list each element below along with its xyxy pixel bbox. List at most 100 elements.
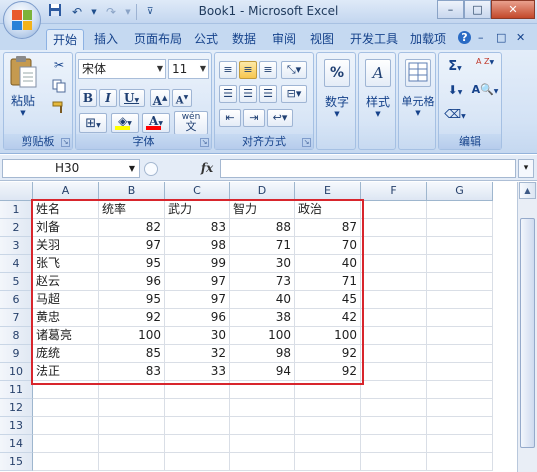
- scroll-thumb[interactable]: [520, 218, 535, 448]
- phonetic-button[interactable]: wén 文: [174, 111, 208, 135]
- align-top-button[interactable]: ≡: [219, 61, 237, 79]
- cell[interactable]: 88: [230, 219, 295, 237]
- row-header[interactable]: 14: [0, 435, 33, 453]
- tab-data[interactable]: 数据: [226, 29, 262, 50]
- cell[interactable]: [361, 381, 427, 399]
- cell[interactable]: [361, 309, 427, 327]
- cell[interactable]: [361, 435, 427, 453]
- align-left-button[interactable]: ☰: [219, 85, 237, 103]
- cell[interactable]: [295, 417, 361, 435]
- bold-button[interactable]: B: [79, 89, 97, 107]
- cell[interactable]: 85: [99, 345, 165, 363]
- cell[interactable]: 45: [295, 291, 361, 309]
- cell[interactable]: [361, 219, 427, 237]
- orientation-button[interactable]: ⤡▾: [281, 61, 307, 79]
- cell[interactable]: [427, 417, 493, 435]
- row-header[interactable]: 12: [0, 399, 33, 417]
- tab-developer[interactable]: 开发工具: [344, 29, 404, 50]
- cell[interactable]: 95: [99, 255, 165, 273]
- align-middle-button[interactable]: ≡: [239, 61, 257, 79]
- cell[interactable]: [427, 363, 493, 381]
- cell[interactable]: 武力: [165, 201, 230, 219]
- select-all-corner[interactable]: [0, 182, 33, 201]
- cell[interactable]: 95: [99, 291, 165, 309]
- cell[interactable]: 40: [295, 255, 361, 273]
- row-header[interactable]: 5: [0, 273, 33, 291]
- row-header[interactable]: 6: [0, 291, 33, 309]
- row-header[interactable]: 13: [0, 417, 33, 435]
- help-icon[interactable]: ?: [458, 31, 471, 44]
- cell[interactable]: [230, 381, 295, 399]
- dialog-launcher-icon[interactable]: ↘: [200, 138, 209, 147]
- row-header[interactable]: 9: [0, 345, 33, 363]
- cell[interactable]: [427, 291, 493, 309]
- cell[interactable]: 刘备: [33, 219, 99, 237]
- cell[interactable]: 98: [230, 345, 295, 363]
- cell[interactable]: [427, 327, 493, 345]
- cell[interactable]: [361, 255, 427, 273]
- cell[interactable]: 马超: [33, 291, 99, 309]
- cell[interactable]: 71: [295, 273, 361, 291]
- tab-review[interactable]: 审阅: [266, 29, 302, 50]
- cell[interactable]: 71: [230, 237, 295, 255]
- decrease-indent-button[interactable]: ⇤: [219, 109, 241, 127]
- dialog-launcher-icon[interactable]: ↘: [61, 138, 70, 147]
- dialog-launcher-icon[interactable]: ↘: [302, 138, 311, 147]
- cell[interactable]: [165, 399, 230, 417]
- name-box[interactable]: H30 ▼: [2, 159, 140, 178]
- column-header[interactable]: B: [99, 182, 165, 201]
- formula-resize-handle[interactable]: [144, 162, 158, 176]
- grow-font-button[interactable]: A▲: [150, 89, 170, 108]
- row-header[interactable]: 1: [0, 201, 33, 219]
- tab-view[interactable]: 视图: [304, 29, 340, 50]
- column-header[interactable]: G: [427, 182, 493, 201]
- tab-addins[interactable]: 加载项: [404, 29, 452, 50]
- cell[interactable]: [165, 417, 230, 435]
- cell[interactable]: 87: [295, 219, 361, 237]
- cell[interactable]: 政治: [295, 201, 361, 219]
- clear-button[interactable]: ⌫▼: [443, 107, 467, 125]
- cell[interactable]: [427, 201, 493, 219]
- cell[interactable]: 97: [165, 273, 230, 291]
- cell[interactable]: 40: [230, 291, 295, 309]
- cell[interactable]: [427, 399, 493, 417]
- cell[interactable]: [427, 273, 493, 291]
- scroll-up-icon[interactable]: ▲: [519, 182, 536, 199]
- cell[interactable]: [361, 453, 427, 471]
- cell[interactable]: [295, 453, 361, 471]
- cell[interactable]: 42: [295, 309, 361, 327]
- cell[interactable]: 100: [99, 327, 165, 345]
- borders-button[interactable]: ⊞▼: [79, 113, 107, 133]
- cell[interactable]: [165, 381, 230, 399]
- cell[interactable]: 法正: [33, 363, 99, 381]
- number-format-button[interactable]: % 数字 ▼: [320, 59, 354, 133]
- tab-page-layout[interactable]: 页面布局: [128, 29, 188, 50]
- cell[interactable]: [99, 453, 165, 471]
- cell[interactable]: [33, 453, 99, 471]
- row-header[interactable]: 3: [0, 237, 33, 255]
- cell[interactable]: [230, 417, 295, 435]
- row-header[interactable]: 2: [0, 219, 33, 237]
- insert-function-button[interactable]: fx: [196, 159, 218, 178]
- column-header[interactable]: A: [33, 182, 99, 201]
- cell[interactable]: [99, 435, 165, 453]
- align-bottom-button[interactable]: ≡: [259, 61, 277, 79]
- align-right-button[interactable]: ☰: [259, 85, 277, 103]
- cell[interactable]: 83: [165, 219, 230, 237]
- cell[interactable]: [361, 273, 427, 291]
- cell[interactable]: 张飞: [33, 255, 99, 273]
- row-header[interactable]: 7: [0, 309, 33, 327]
- format-painter-icon[interactable]: [50, 100, 68, 118]
- tab-formulas[interactable]: 公式: [188, 29, 224, 50]
- cell[interactable]: [33, 399, 99, 417]
- cell[interactable]: [361, 291, 427, 309]
- cell[interactable]: [295, 381, 361, 399]
- row-header[interactable]: 11: [0, 381, 33, 399]
- cell[interactable]: 统率: [99, 201, 165, 219]
- cell[interactable]: 83: [99, 363, 165, 381]
- cell[interactable]: 诸葛亮: [33, 327, 99, 345]
- column-header[interactable]: F: [361, 182, 427, 201]
- find-select-button[interactable]: A🔍▼: [471, 83, 499, 101]
- cell[interactable]: [427, 255, 493, 273]
- cell[interactable]: 庞统: [33, 345, 99, 363]
